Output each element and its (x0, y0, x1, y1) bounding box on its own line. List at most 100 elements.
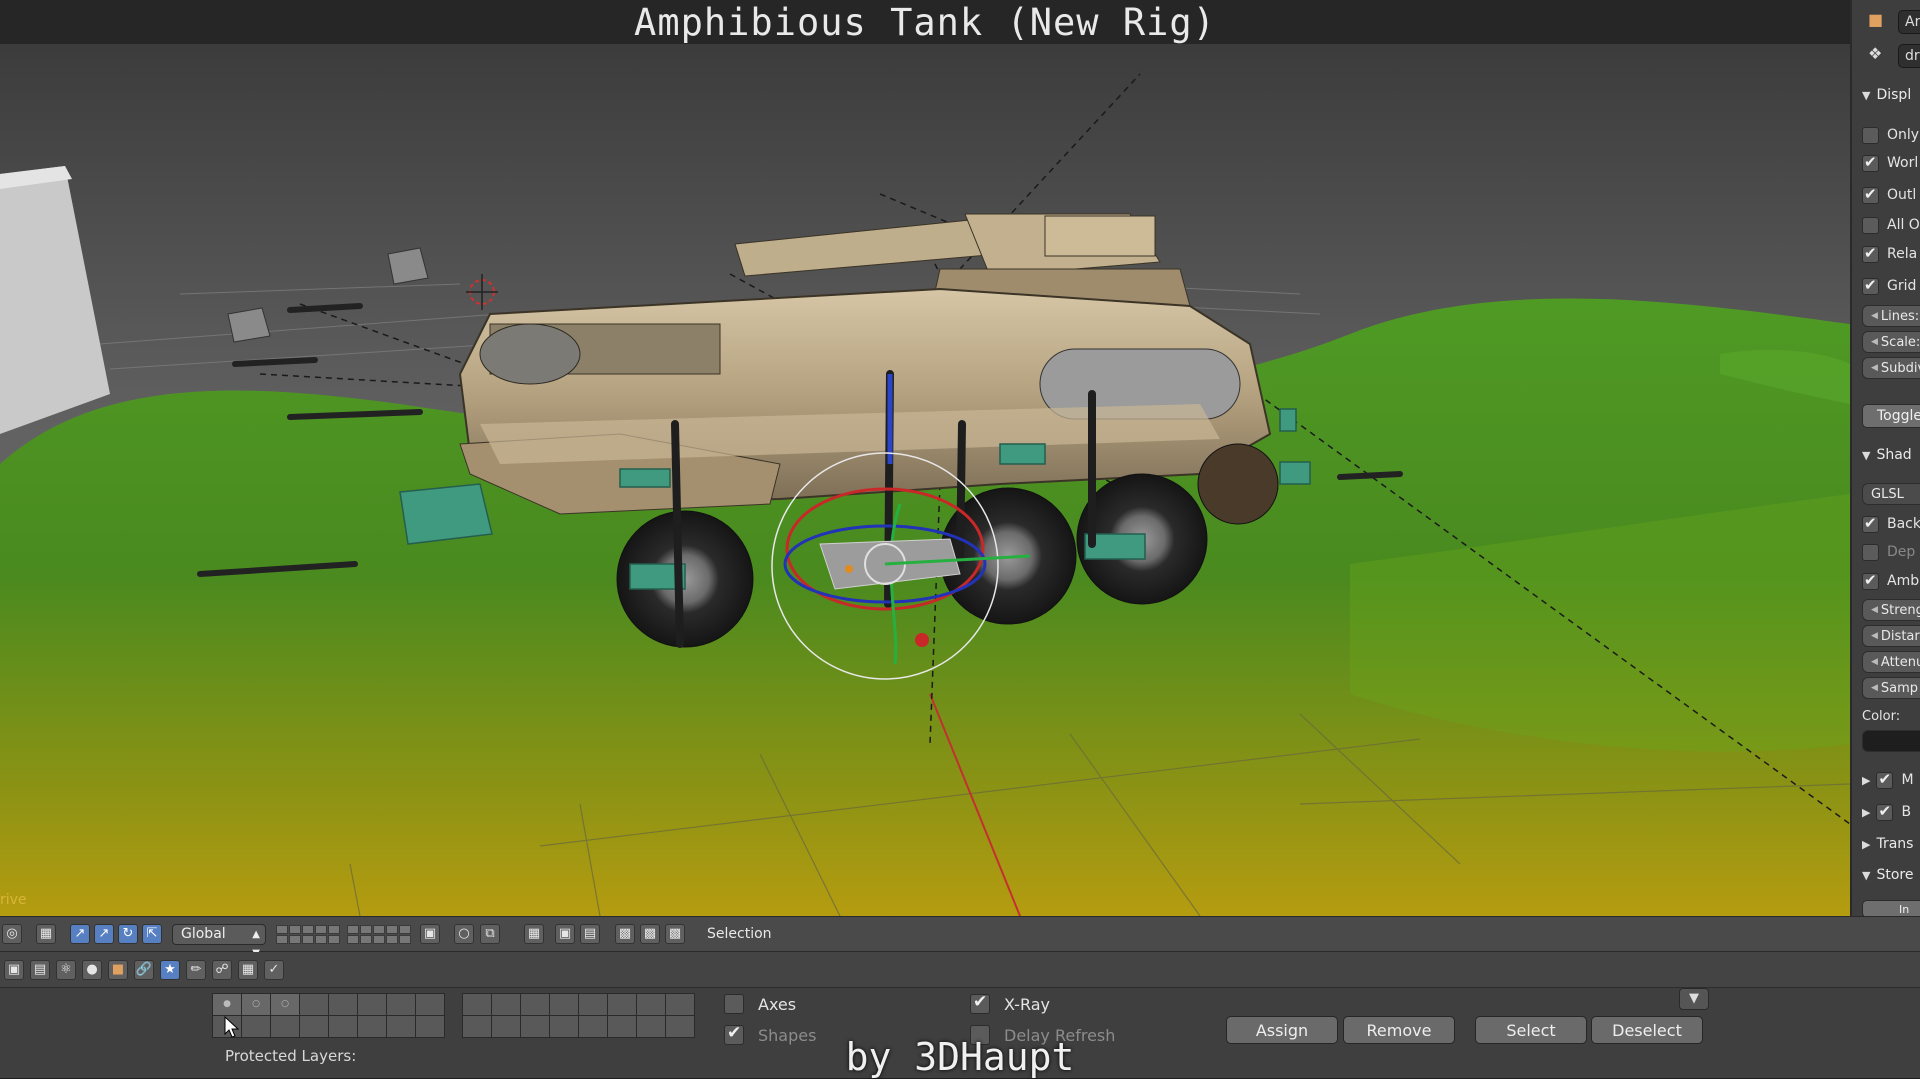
world-tab-icon[interactable]: ● (82, 960, 102, 980)
xray-checkbox[interactable] (970, 992, 990, 1014)
rotate-icon[interactable]: ↻ (118, 924, 138, 944)
axes-checkbox[interactable] (724, 994, 744, 1014)
texture-tab-icon[interactable]: ▦ (238, 960, 258, 980)
checkbox[interactable] (1862, 543, 1879, 561)
snap-grid-icon[interactable]: ▦ (36, 924, 56, 944)
properties-editor-header: ▣ ▤ ⚛ ● ■ 🔗 ★ ✏ ☍ ▦ ✓ (0, 952, 1920, 988)
pin-icon[interactable]: ❖ (1868, 44, 1882, 63)
bone-constraint-tab-icon[interactable]: ☍ (212, 960, 232, 980)
properties-region[interactable]: ■ Ar ❖ dr ▼ Displ Only Worl Outl All O R… (1850, 0, 1920, 916)
checkbox[interactable] (1862, 571, 1879, 590)
proportional-edit-icon[interactable]: ○ (454, 924, 474, 944)
wall-object (0, 166, 110, 434)
data-name-field[interactable]: dr (1898, 44, 1920, 68)
display-relationship[interactable]: Rela (1862, 243, 1917, 265)
toggle-quad-view-button[interactable]: Toggle (1862, 404, 1920, 428)
checkbox[interactable] (1862, 153, 1879, 172)
opengl-render-icon[interactable]: ▣ (555, 924, 575, 944)
remove-button[interactable]: Remove (1343, 1016, 1455, 1044)
viewport-header: ◎ ▦ ↗ ↗ ↻ ⇱ Global ▲▼ ▣ ○ ⧉ ▦ ▣ ▤ ▩ ▩ ▩ … (0, 916, 1920, 959)
left-arrow-icon: ◀ (1871, 683, 1878, 693)
display-only-render[interactable]: Only (1862, 124, 1919, 146)
display-grid[interactable]: Grid (1862, 275, 1916, 297)
checkbox[interactable] (1862, 185, 1879, 204)
pivot-icon[interactable]: ◎ (2, 924, 22, 944)
constraints-tab-icon[interactable]: 🔗 (134, 960, 154, 980)
display-all-objects[interactable]: All O (1862, 214, 1920, 236)
left-arrow-icon: ◀ (1871, 337, 1878, 347)
bone-tab-icon[interactable]: ✏ (186, 960, 206, 980)
shading-panel-header[interactable]: ▼ Shad (1862, 444, 1912, 466)
paste-pose-icon[interactable]: ▩ (640, 924, 660, 944)
translate-icon[interactable]: ↗ (94, 924, 114, 944)
bone-layers-grid-a[interactable]: ● ○ ○ (212, 993, 445, 1038)
render-layers-tab-icon[interactable]: ▤ (30, 960, 50, 980)
transform-orientation-select[interactable]: Global ▲▼ (172, 924, 266, 959)
bone-layers-grid-b[interactable] (462, 993, 695, 1038)
shading-mode-select[interactable]: GLSL (1862, 483, 1920, 505)
scene-layers-a[interactable] (276, 925, 340, 944)
copy-pose-icon[interactable]: ▩ (615, 924, 635, 944)
object-data-icon[interactable]: ■ (1868, 10, 1883, 29)
paste-flipped-pose-icon[interactable]: ▩ (665, 924, 685, 944)
scale-icon[interactable]: ⇱ (142, 924, 162, 944)
left-arrow-icon: ◀ (1871, 631, 1878, 641)
3d-viewport[interactable]: rive (0, 44, 1850, 916)
snap-target-icon[interactable]: ▦ (524, 924, 544, 944)
display-panel-header[interactable]: ▼ Displ (1862, 84, 1911, 106)
ao-strength-field[interactable]: ◀ Streng (1862, 599, 1920, 621)
expand-triangle-icon: ▼ (1862, 88, 1871, 102)
collapsed-panel-m[interactable]: ▶M (1862, 769, 1914, 791)
checkbox[interactable] (1862, 514, 1879, 533)
stored-panel-header[interactable]: ▼ Store (1862, 864, 1913, 886)
grid-scale-field[interactable]: ◀ Scale: (1862, 331, 1920, 353)
checkbox[interactable] (1876, 770, 1894, 789)
transform-panel-header[interactable]: ▶ Trans (1862, 833, 1913, 855)
xray-option[interactable]: X-Ray (970, 992, 1050, 1014)
scene-layers-b[interactable] (347, 925, 411, 944)
3d-cursor-icon (466, 274, 498, 310)
shading-ambient-occlusion[interactable]: Amb (1862, 570, 1919, 592)
render-tab-icon[interactable]: ▣ (4, 960, 24, 980)
collapsed-panel-b[interactable]: ▶B (1862, 801, 1911, 823)
stored-insert-button[interactable]: In (1862, 900, 1920, 916)
display-world[interactable]: Worl (1862, 152, 1918, 174)
axes-option[interactable]: Axes (724, 994, 796, 1014)
checkbox[interactable] (1862, 126, 1879, 144)
checkbox[interactable] (1862, 244, 1879, 263)
checkbox[interactable] (1862, 216, 1879, 234)
snap-icon[interactable]: ⧉ (480, 924, 500, 944)
lock-layers-icon[interactable]: ▣ (420, 924, 440, 944)
collapsed-triangle-icon: ▶ (1862, 837, 1871, 851)
ao-samples-field[interactable]: ◀ Samp (1862, 677, 1920, 699)
display-outline[interactable]: Outl (1862, 184, 1916, 206)
shapes-checkbox[interactable] (724, 1023, 744, 1045)
shading-depth[interactable]: Dep (1862, 541, 1915, 563)
checkbox[interactable] (1876, 802, 1894, 821)
ao-distance-field[interactable]: ◀ Distar (1862, 625, 1920, 647)
armature-name-field[interactable]: Ar (1898, 10, 1920, 34)
grid-lines-field[interactable]: ◀ Lines: (1862, 305, 1920, 327)
deselect-button[interactable]: Deselect (1591, 1016, 1703, 1044)
panel-toggle-icon[interactable]: ▼ (1679, 988, 1709, 1010)
grid-subdiv-field[interactable]: ◀Subdiv (1862, 357, 1920, 379)
scene-tab-icon[interactable]: ⚛ (56, 960, 76, 980)
select-button[interactable]: Select (1475, 1016, 1587, 1044)
collapsed-triangle-icon: ▶ (1862, 805, 1871, 819)
viewport-scene[interactable] (0, 44, 1850, 916)
selection-label: Selection (707, 926, 772, 942)
assign-button[interactable]: Assign (1226, 1016, 1338, 1044)
armature-data-tab-icon[interactable]: ★ (160, 960, 180, 980)
object-tab-icon[interactable]: ■ (108, 960, 128, 980)
left-arrow-icon: ◀ (1871, 363, 1878, 373)
physics-tab-icon[interactable]: ✓ (264, 960, 284, 980)
checkbox[interactable] (1862, 276, 1879, 295)
ao-color-swatch[interactable] (1862, 730, 1920, 752)
ao-attenuation-field[interactable]: ◀ Attenu (1862, 651, 1920, 673)
protected-layers-label: Protected Layers: (225, 1047, 357, 1065)
opengl-anim-icon[interactable]: ▤ (580, 924, 600, 944)
left-arrow-icon: ◀ (1871, 657, 1878, 667)
manipulator-toggle-icon[interactable]: ↗ (70, 924, 90, 944)
ao-color-label: Color: (1862, 708, 1901, 724)
shading-backface[interactable]: Back (1862, 513, 1920, 535)
